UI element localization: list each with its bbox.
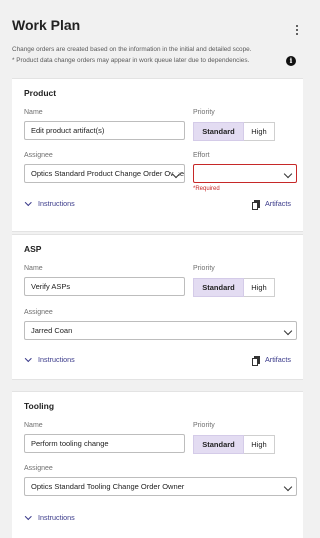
documents-icon [252, 356, 260, 366]
assignee-value: Optics Standard Product Change Order Own… [31, 169, 185, 178]
chevron-down-icon [25, 513, 32, 520]
effort-label: Effort [193, 152, 210, 159]
name-label: Name [24, 109, 43, 116]
priority-toggle-tooling: Standard High [193, 435, 275, 454]
description-line-2: * Product data change orders may appear … [12, 57, 250, 64]
name-label: Name [24, 422, 43, 429]
artifacts-link[interactable]: Artifacts [265, 199, 291, 208]
product-card: Product Name Edit product artifact(s) Pr… [12, 78, 303, 232]
description-line-1: Change orders are created based on the i… [12, 46, 252, 53]
priority-standard-button[interactable]: Standard [193, 435, 244, 454]
effort-select[interactable] [193, 164, 297, 183]
priority-high-button[interactable]: High [244, 122, 275, 141]
name-input-asp[interactable]: Verify ASPs [24, 277, 185, 296]
asp-card: ASP Name Verify ASPs Priority Standard H… [12, 234, 303, 380]
artifacts-link[interactable]: Artifacts [265, 355, 291, 364]
info-icon[interactable]: i [286, 56, 296, 66]
name-input-product[interactable]: Edit product artifact(s) [24, 121, 185, 140]
assignee-select-tooling[interactable]: Optics Standard Tooling Change Order Own… [24, 477, 297, 496]
priority-high-button[interactable]: High [244, 278, 275, 297]
priority-label: Priority [193, 109, 215, 116]
documents-icon [252, 200, 260, 210]
assignee-label: Assignee [24, 465, 53, 472]
instructions-toggle[interactable]: Instructions [38, 199, 75, 208]
chevron-down-icon [283, 169, 293, 179]
tooling-card: Tooling Name Perform tooling change Prio… [12, 391, 303, 538]
assignee-value: Jarred Coan [31, 326, 73, 335]
priority-label: Priority [193, 422, 215, 429]
assignee-select-product[interactable]: Optics Standard Product Change Order Own… [24, 164, 185, 183]
required-message: *Required [193, 186, 220, 192]
assignee-label: Assignee [24, 152, 53, 159]
chevron-down-icon [283, 482, 293, 492]
card-title-asp: ASP [24, 244, 42, 254]
chevron-down-icon [283, 326, 293, 336]
page-title: Work Plan [12, 17, 81, 33]
more-vertical-icon[interactable] [296, 25, 299, 37]
priority-toggle-asp: Standard High [193, 278, 275, 297]
assignee-value: Optics Standard Tooling Change Order Own… [31, 482, 185, 491]
card-title-tooling: Tooling [24, 401, 55, 411]
assignee-select-asp[interactable]: Jarred Coan [24, 321, 297, 340]
chevron-down-icon [25, 355, 32, 362]
card-title-product: Product [24, 88, 57, 98]
priority-toggle-product: Standard High [193, 122, 275, 141]
page-description: Change orders are created based on the i… [12, 44, 292, 66]
priority-high-button[interactable]: High [244, 435, 275, 454]
chevron-down-icon [25, 199, 32, 206]
name-label: Name [24, 265, 43, 272]
instructions-toggle[interactable]: Instructions [38, 355, 75, 364]
priority-standard-button[interactable]: Standard [193, 122, 244, 141]
assignee-label: Assignee [24, 309, 53, 316]
priority-standard-button[interactable]: Standard [193, 278, 244, 297]
instructions-toggle[interactable]: Instructions [38, 513, 75, 522]
name-input-tooling[interactable]: Perform tooling change [24, 434, 185, 453]
priority-label: Priority [193, 265, 215, 272]
